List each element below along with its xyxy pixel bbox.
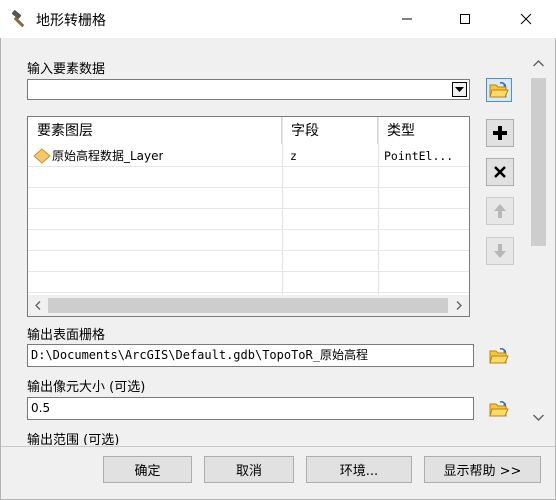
remove-icon — [494, 166, 506, 178]
minimize-icon — [402, 18, 412, 20]
scroll-down-icon[interactable] — [530, 406, 547, 428]
add-row-button[interactable] — [486, 119, 514, 147]
add-icon — [493, 126, 507, 140]
folder-open-icon — [489, 348, 509, 364]
table-row-empty — [28, 167, 469, 188]
maximize-icon — [460, 14, 470, 24]
table-row-empty — [28, 272, 469, 293]
move-down-icon — [494, 244, 506, 258]
vertical-scroll-thumb[interactable] — [531, 78, 546, 246]
input-features-combo[interactable] — [27, 79, 470, 100]
title-bar: 地形转栅格 — [0, 0, 556, 38]
maximize-button[interactable] — [442, 0, 488, 38]
minimize-button[interactable] — [384, 0, 430, 38]
browse-input-button[interactable] — [486, 78, 512, 102]
table-row-empty — [28, 188, 469, 209]
hammer-icon — [9, 9, 29, 29]
feature-table: 要素图层 字段 类型 原始高程数据_Layer z PointEl... — [27, 116, 470, 317]
table-row-empty — [28, 230, 469, 251]
row-type: PointEl... — [384, 149, 454, 163]
vertical-scrollbar[interactable] — [530, 52, 547, 433]
input-features-label: 输入要素数据 — [27, 62, 106, 77]
move-up-button[interactable] — [486, 197, 514, 225]
output-surface-input[interactable]: D:\Documents\ArcGIS\Default.gdb\TopoToR_… — [27, 344, 474, 367]
dropdown-arrow-icon[interactable] — [452, 82, 467, 97]
move-down-button[interactable] — [486, 237, 514, 265]
window-title: 地形转栅格 — [36, 13, 106, 29]
environments-button[interactable]: 环境... — [306, 456, 412, 483]
move-up-icon — [494, 204, 506, 218]
folder-open-icon — [489, 401, 509, 417]
cancel-button[interactable]: 取消 — [204, 456, 294, 483]
close-icon — [520, 13, 532, 25]
folder-open-icon — [489, 82, 509, 98]
footer-divider — [1, 446, 555, 447]
point-layer-diamond-icon — [33, 148, 51, 164]
row-field: z — [290, 149, 297, 163]
row-layer-name: 原始高程数据_Layer — [52, 149, 164, 163]
horizontal-scrollbar[interactable] — [28, 295, 469, 316]
scroll-up-icon[interactable] — [530, 52, 547, 74]
table-row-empty — [28, 209, 469, 230]
extent-label: 输出范围 (可选) — [27, 433, 120, 445]
cell-size-label: 输出像元大小 (可选) — [27, 380, 146, 395]
horizontal-scroll-thumb[interactable] — [48, 298, 448, 313]
scroll-left-icon[interactable] — [28, 295, 48, 316]
remove-row-button[interactable] — [486, 158, 514, 186]
column-header-field[interactable]: 字段 — [282, 117, 378, 144]
ok-button[interactable]: 确定 — [103, 456, 192, 483]
table-row-empty — [28, 251, 469, 272]
output-surface-label: 输出表面栅格 — [27, 328, 106, 343]
close-button[interactable] — [503, 0, 549, 38]
browse-cell-size-button[interactable] — [486, 397, 512, 421]
scroll-right-icon[interactable] — [449, 295, 469, 316]
table-row[interactable]: 原始高程数据_Layer z PointEl... — [28, 146, 469, 167]
show-help-button[interactable]: 显示帮助 >> — [424, 456, 541, 483]
column-header-type[interactable]: 类型 — [378, 117, 469, 144]
cell-size-input[interactable]: 0.5 — [27, 397, 474, 420]
column-header-layer[interactable]: 要素图层 — [28, 117, 282, 144]
browse-output-button[interactable] — [486, 344, 512, 368]
